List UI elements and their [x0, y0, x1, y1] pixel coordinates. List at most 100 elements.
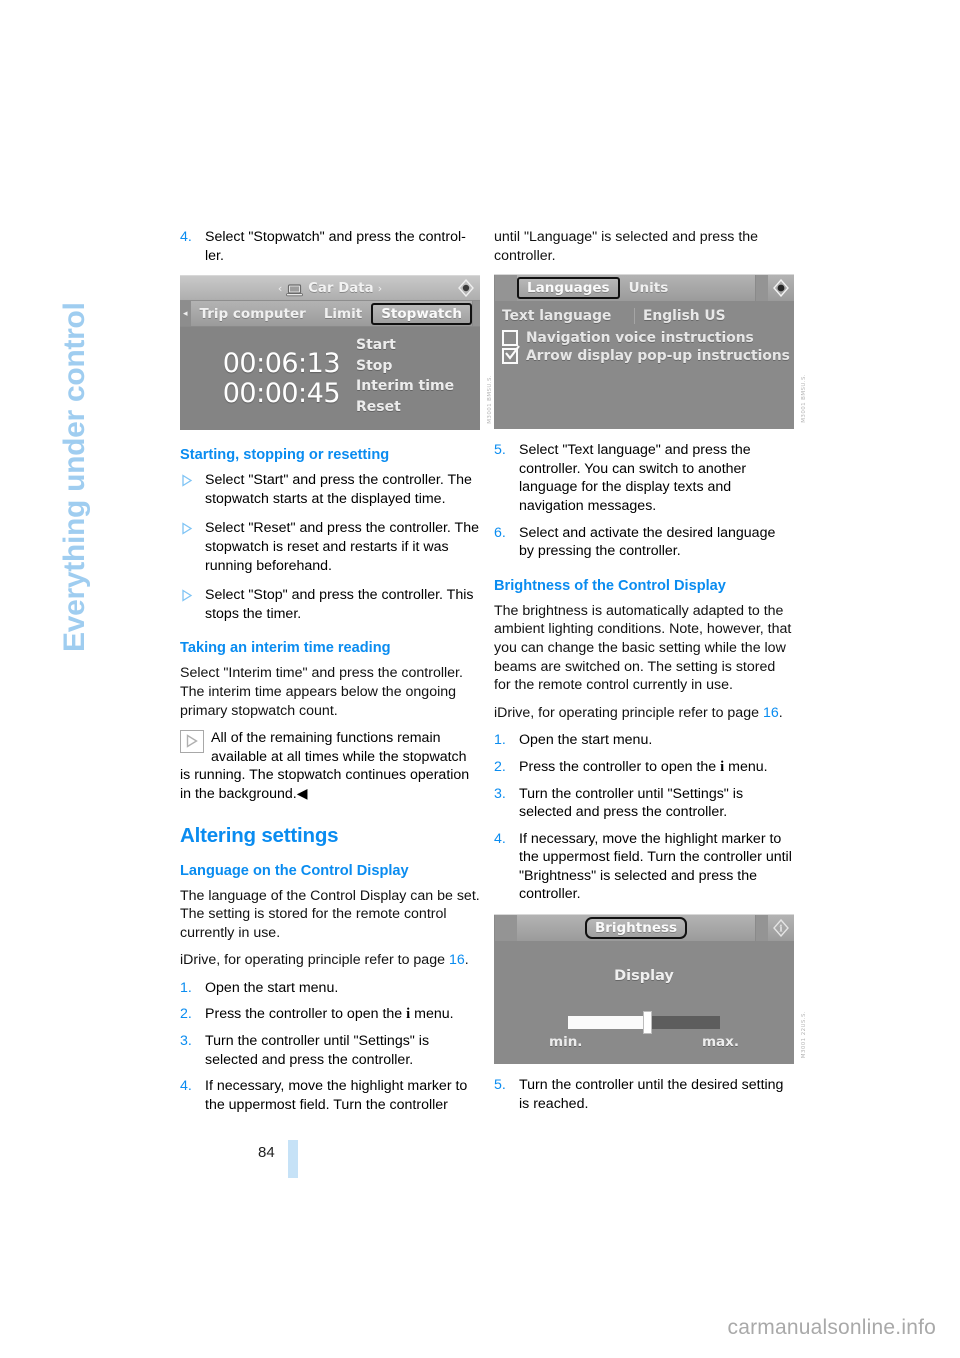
laptop-icon: [286, 282, 304, 296]
bullet-text: Select "Start" and press the controller.…: [205, 472, 472, 507]
tab-languages[interactable]: Languages: [517, 277, 620, 300]
step-text-post: menu.: [414, 1006, 454, 1023]
idrive-reference-line: iDrive, for operating principle refer to…: [180, 951, 480, 970]
tab-stopwatch[interactable]: Stopwatch: [371, 302, 472, 325]
idrive-ref-post: .: [464, 952, 469, 969]
step-number: 4.: [180, 229, 192, 245]
step-text: If necessary, move the highlight marker …: [519, 830, 792, 903]
bullet-text: Select "Reset" and press the controller.…: [205, 520, 480, 574]
screenshot-tab-bar: ◂ Trip computer Limit Stopwatch: [180, 301, 480, 328]
page-number: 84: [258, 1144, 275, 1161]
step-item: 4. Select "Stopwatch" and press the cont…: [180, 228, 480, 265]
brightness-max-label: max.: [701, 1034, 739, 1051]
stopwatch-interim-time: 00:00:45: [222, 378, 341, 410]
language-paragraph: The language of the Control Display can …: [180, 887, 480, 941]
brightness-body: Display min. max.: [494, 942, 794, 1065]
page-accent-bar: [288, 1140, 298, 1178]
text-language-label: Text language: [502, 308, 612, 325]
step-text: Select "Stopwatch" and press the control…: [205, 229, 466, 264]
brightness-screenshot: Brightness i Display min. max. M3001 22U…: [494, 914, 807, 1065]
tab-units[interactable]: Units: [620, 280, 678, 296]
page-reference-link[interactable]: 16: [763, 705, 779, 721]
heading-brightness-control-display: Brightness of the Control Display: [494, 577, 726, 594]
left-column: 4. Select "Stopwatch" and press the cont…: [180, 228, 493, 1122]
heading-interim-time: Taking an interim time reading: [180, 640, 391, 657]
brightness-slider[interactable]: [568, 1011, 720, 1035]
languages-body: Text language English US Navigation voic…: [494, 302, 794, 430]
tab-limit[interactable]: Limit: [315, 306, 371, 322]
bullet-item: Select "Stop" and press the controller. …: [180, 586, 480, 623]
text-language-value: English US: [634, 308, 726, 325]
idrive-reference-line: iDrive, for operating principle refer to…: [494, 704, 794, 723]
note-end-mark: ◀: [296, 785, 308, 802]
tabbar-edge-right: [755, 915, 769, 942]
checkbox-row-arrow-popup[interactable]: Arrow display pop-up instructions: [494, 345, 794, 365]
step-number: 5.: [494, 1077, 506, 1094]
checkbox-unchecked-icon[interactable]: [502, 330, 518, 347]
brightness-min-label: min.: [549, 1034, 583, 1051]
screenshot-title-bar: ‹ Car Data ›: [180, 276, 480, 302]
stopwatch-body: 00:06:13 00:00:45 Start Stop Interim tim…: [180, 327, 480, 431]
tabbar-back-icon[interactable]: ◂: [180, 301, 191, 327]
idrive-ref-pre: iDrive, for operating principle refer to…: [180, 952, 445, 969]
interim-paragraph: Select "Interim time" and press the cont…: [180, 665, 463, 719]
checkbox-row-navigation-voice[interactable]: Navigation voice instructions: [494, 329, 794, 347]
step4-continuation: until "Language" is selected and press t…: [494, 229, 759, 264]
stopwatch-menu-stop[interactable]: Stop: [356, 356, 454, 377]
info-symbol-icon: i: [406, 1006, 411, 1023]
chapter-side-tab: Everything under control: [0, 0, 170, 700]
svg-text:i: i: [779, 925, 783, 935]
stopwatch-menu-start[interactable]: Start: [356, 335, 454, 356]
brightness-slider-handle[interactable]: [642, 1011, 652, 1035]
brightness-tab-bar: Brightness i: [494, 915, 794, 943]
step-item: 3. Turn the controller until "Settings" …: [494, 785, 794, 822]
step-item: 5. Turn the controller until the desired…: [494, 1076, 794, 1113]
step-text: Select "Text language" and press the con…: [519, 442, 751, 514]
stopwatch-menu-reset[interactable]: Reset: [356, 397, 454, 418]
tab-brightness[interactable]: Brightness: [584, 917, 688, 940]
step-text: Turn the controller until "Settings" is …: [519, 785, 744, 821]
step-number: 1.: [180, 979, 192, 996]
joystick-icon: [768, 275, 794, 301]
step-number: 2.: [494, 758, 506, 775]
right-column: until "Language" is selected and press t…: [494, 228, 807, 1121]
heading-language-control-display: Language on the Control Display: [180, 862, 409, 879]
step-item: 5. Select "Text language" and press the …: [494, 441, 794, 515]
step-text: Open the start menu.: [519, 732, 653, 749]
triangle-bullet-icon: [181, 589, 193, 602]
brightness-paragraph: The brightness is automatically adapted …: [494, 602, 792, 694]
text-language-row[interactable]: Text language English US: [494, 306, 794, 329]
tab-trip-computer[interactable]: Trip computer: [191, 306, 315, 322]
step-text-post: menu.: [728, 758, 768, 775]
page-reference-link[interactable]: 16: [449, 952, 465, 968]
step-item: 6. Select and activate the desired langu…: [494, 524, 794, 561]
checkbox-checked-icon[interactable]: [502, 345, 520, 365]
step-number: 4.: [180, 1078, 192, 1095]
triangle-bullet-icon: [181, 522, 193, 536]
info-symbol-icon: i: [720, 758, 725, 775]
note-block: All of the remaining functions remain av…: [180, 729, 480, 803]
step-item: 4. If necessary, move the highlight mark…: [180, 1077, 480, 1114]
brightness-scale-labels: min. max.: [549, 1034, 739, 1050]
step-number: 1.: [494, 732, 506, 749]
step-text-pre: Press the controller to open the: [205, 1006, 403, 1023]
languages-screenshot: Languages Units Text language English US…: [494, 274, 807, 430]
stopwatch-menu-interim-time[interactable]: Interim time: [356, 376, 454, 397]
brightness-slider-track: [647, 1016, 720, 1030]
step-item: 2. Press the controller to open the i me…: [180, 1005, 480, 1024]
step-number: 4.: [494, 830, 506, 847]
screenshot-title: Car Data: [308, 280, 374, 296]
checkbox-label: Navigation voice instructions: [526, 330, 754, 347]
step-item: 1. Open the start menu.: [180, 979, 480, 998]
tabbar-edge: [471, 301, 480, 327]
step-item: 1. Open the start menu.: [494, 731, 794, 750]
idrive-ref-post: .: [778, 704, 783, 721]
step-text: Open the start menu.: [205, 979, 339, 996]
bullet-item: Select "Start" and press the controller.…: [180, 471, 480, 508]
brightness-slider-fill: [568, 1016, 648, 1030]
step-item: 3. Turn the controller until "Settings" …: [180, 1032, 480, 1069]
next-arrow-icon: ›: [377, 281, 383, 295]
checkbox-label: Arrow display pop-up instructions: [526, 348, 790, 365]
tabbar-edge-right: [755, 275, 768, 302]
step-number: 5.: [494, 442, 506, 459]
